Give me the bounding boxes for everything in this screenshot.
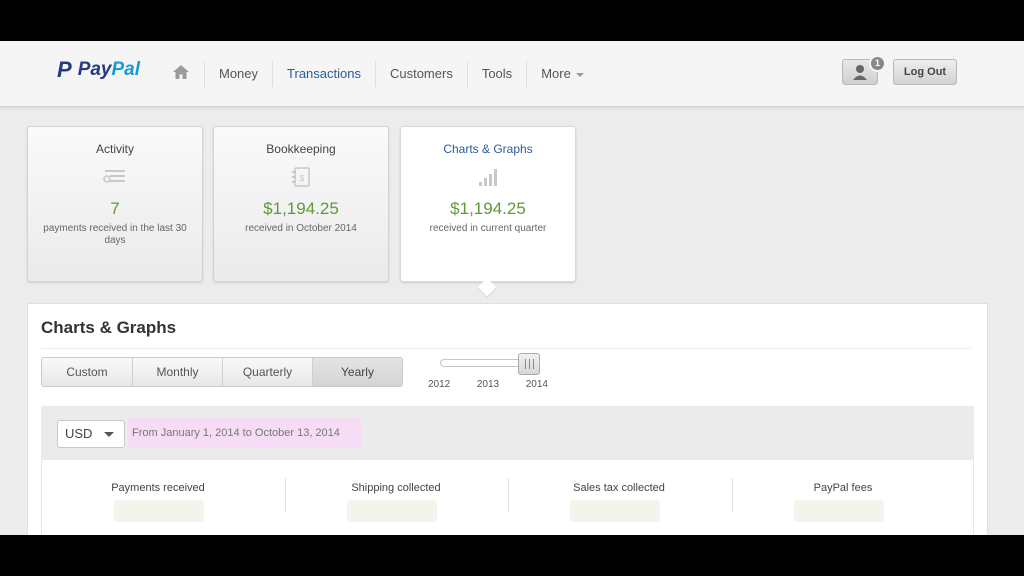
metric-sales-tax-collected: Sales tax collected: [573, 482, 665, 494]
paypal-wordmark: PayPal: [77, 59, 141, 80]
list-icon: [103, 170, 125, 183]
bookkeeping-card[interactable]: Bookkeeping $ $1,194.25 received in Octo…: [213, 126, 389, 282]
svg-text:$: $: [300, 174, 305, 183]
nav-tools[interactable]: Tools: [466, 61, 526, 87]
card-value: 7: [110, 199, 120, 218]
metric-payments-received: Payments received: [111, 482, 205, 494]
card-title: Bookkeeping: [266, 142, 336, 156]
date-range-text: From January 1, 2014 to October 13, 2014: [128, 418, 361, 448]
metric-value-placeholder: [114, 500, 204, 522]
year-label[interactable]: 2014: [526, 379, 548, 390]
currency-select[interactable]: USD: [57, 420, 125, 448]
bar-chart-icon: [479, 169, 497, 186]
card-caption: received in October 2014: [245, 223, 357, 234]
chevron-down-icon: [104, 432, 114, 437]
card-value: $1,194.25: [450, 199, 526, 218]
card-caption: payments received in the last 30 days: [43, 223, 187, 246]
period-custom-button[interactable]: Custom: [42, 358, 132, 386]
activity-card[interactable]: Activity 7 payments received in the last…: [27, 126, 203, 282]
period-yearly-button[interactable]: Yearly: [312, 358, 402, 386]
card-value: $1,194.25: [263, 199, 339, 218]
divider: [41, 348, 971, 349]
home-icon[interactable]: [172, 64, 190, 80]
filter-bar: USD From January 1, 2014 to October 13, …: [41, 406, 974, 460]
metric-paypal-fees: PayPal fees: [813, 482, 873, 494]
year-slider-labels: 2012 2013 2014: [428, 379, 548, 390]
letterbox-top: [0, 0, 1024, 41]
nav-money[interactable]: Money: [204, 61, 272, 87]
top-header: P PayPal Money Transactions Customers To…: [0, 41, 1024, 107]
notification-badge[interactable]: 1: [869, 55, 886, 72]
period-selector: Custom Monthly Quarterly Yearly: [41, 357, 403, 387]
paypal-logo-mark: P: [57, 57, 72, 82]
grip-icon: [525, 359, 534, 369]
chevron-down-icon: [575, 72, 584, 77]
logout-button[interactable]: Log Out: [893, 59, 957, 85]
currency-value: USD: [65, 426, 93, 441]
card-title: Charts & Graphs: [443, 142, 533, 156]
period-quarterly-button[interactable]: Quarterly: [222, 358, 312, 386]
period-monthly-button[interactable]: Monthly: [132, 358, 222, 386]
main-nav: Money Transactions Customers Tools More: [204, 61, 598, 87]
card-caption: received in current quarter: [429, 223, 547, 234]
paypal-logo[interactable]: P PayPal: [57, 57, 140, 83]
metrics-summary: Payments received Shipping collected Sal…: [41, 460, 974, 535]
metric-value-placeholder: [570, 500, 660, 522]
metric-value-placeholder: [347, 500, 437, 522]
year-label[interactable]: 2012: [428, 379, 450, 390]
metric-value-placeholder: [794, 500, 884, 522]
ledger-icon: $: [292, 167, 310, 187]
nav-more-label: More: [541, 66, 571, 81]
charts-graphs-panel: Charts & Graphs Custom Monthly Quarterly…: [27, 303, 988, 535]
nav-transactions[interactable]: Transactions: [272, 61, 375, 87]
letterbox-bottom: [0, 535, 1024, 576]
metric-shipping-collected: Shipping collected: [351, 482, 441, 494]
nav-more[interactable]: More: [526, 61, 598, 87]
charts-graphs-card[interactable]: Charts & Graphs $1,194.25 received in cu…: [400, 126, 576, 282]
year-label[interactable]: 2013: [477, 379, 499, 390]
nav-customers[interactable]: Customers: [374, 61, 467, 87]
card-title: Activity: [95, 142, 134, 156]
panel-title: Charts & Graphs: [41, 318, 177, 337]
paypal-screen: P PayPal Money Transactions Customers To…: [0, 41, 1024, 535]
year-slider-handle[interactable]: [518, 353, 540, 375]
